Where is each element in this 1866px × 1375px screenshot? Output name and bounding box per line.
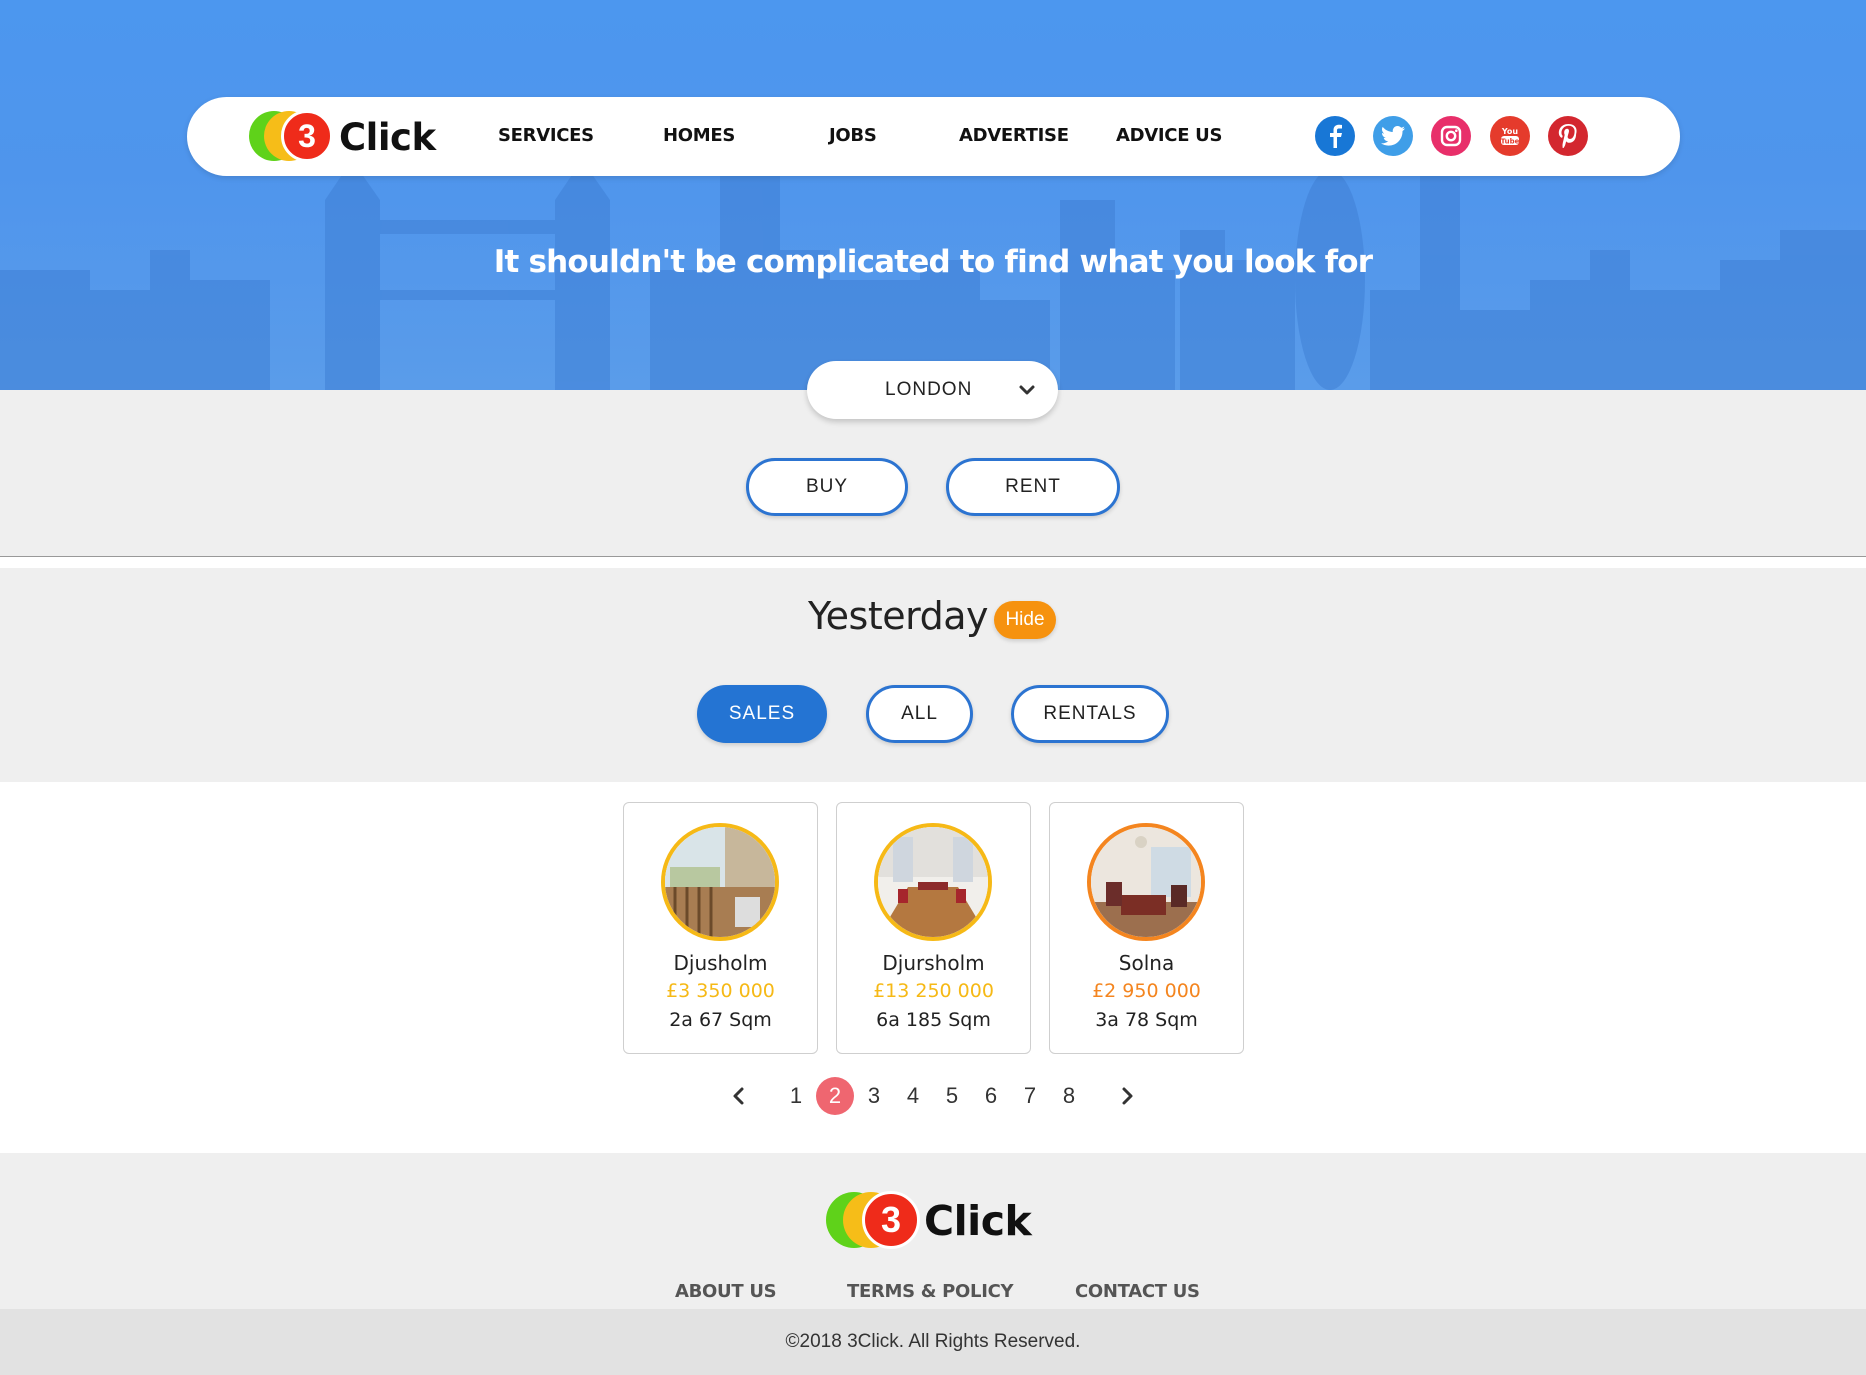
property-size: 2a 67 Sqm [669, 1009, 772, 1031]
nav-advice-us[interactable]: ADVICE US [1116, 125, 1222, 146]
facebook-icon[interactable] [1315, 116, 1355, 156]
pinterest-icon[interactable] [1548, 116, 1588, 156]
page-6[interactable]: 6 [972, 1077, 1010, 1115]
nav-advertise[interactable]: ADVERTISE [959, 125, 1069, 146]
property-photo [661, 823, 779, 941]
hero-tagline: It shouldn't be complicated to find what… [493, 244, 1373, 280]
page-1[interactable]: 1 [777, 1077, 815, 1115]
nav-homes[interactable]: HOMES [663, 125, 735, 146]
property-photo [1087, 823, 1205, 941]
property-photo [874, 823, 992, 941]
chevron-down-icon [1019, 385, 1035, 395]
tab-sales[interactable]: SALES [697, 685, 827, 743]
twitter-icon[interactable] [1373, 116, 1413, 156]
copyright-bar: ©2018 3Click. All Rights Reserved. [0, 1309, 1866, 1375]
brand-name: Click [339, 115, 436, 159]
property-card[interactable]: Solna £2 950 000 3a 78 Sqm [1049, 802, 1244, 1054]
property-size: 3a 78 Sqm [1095, 1009, 1198, 1031]
property-price: £3 350 000 [666, 980, 775, 1002]
footer-about-us[interactable]: ABOUT US [675, 1281, 777, 1302]
tab-rentals[interactable]: RENTALS [1011, 685, 1169, 743]
section-title: Yesterday [808, 594, 988, 638]
brand-logo[interactable]: 3 Click [249, 110, 436, 163]
tab-all[interactable]: ALL [866, 685, 973, 743]
city-dropdown-value: LONDON [885, 379, 973, 400]
youtube-icon[interactable]: You Tube [1490, 116, 1530, 156]
page-7[interactable]: 7 [1011, 1077, 1049, 1115]
instagram-icon[interactable] [1431, 116, 1471, 156]
property-price: £2 950 000 [1092, 980, 1201, 1002]
property-size: 6a 185 Sqm [876, 1009, 991, 1031]
property-name: Djusholm [673, 951, 768, 975]
buy-button[interactable]: BUY [746, 458, 908, 516]
page-2[interactable]: 2 [816, 1077, 854, 1115]
property-name: Solna [1118, 951, 1175, 975]
top-navbar: 3 Click SERVICES HOMES JOBS ADVERTISE AD… [187, 97, 1680, 176]
footer-brand-name: Click [924, 1197, 1032, 1245]
logo-mark-icon: 3 [249, 110, 335, 163]
prev-page-icon[interactable] [720, 1077, 758, 1115]
svg-text:Tube: Tube [1501, 138, 1520, 146]
svg-text:You: You [1501, 127, 1519, 136]
footer-logo[interactable]: 3 Click [826, 1191, 1032, 1250]
page-3[interactable]: 3 [855, 1077, 893, 1115]
hero-banner: It shouldn't be complicated to find what… [0, 0, 1866, 390]
page-8[interactable]: 8 [1050, 1077, 1088, 1115]
page-4[interactable]: 4 [894, 1077, 932, 1115]
nav-jobs[interactable]: JOBS [829, 125, 877, 146]
hide-button[interactable]: Hide [994, 601, 1056, 639]
property-card[interactable]: Djursholm £13 250 000 6a 185 Sqm [836, 802, 1031, 1054]
next-page-icon[interactable] [1108, 1077, 1146, 1115]
copyright-text: ©2018 3Click. All Rights Reserved. [785, 1331, 1081, 1352]
property-card[interactable]: Djusholm £3 350 000 2a 67 Sqm [623, 802, 818, 1054]
rent-button[interactable]: RENT [946, 458, 1120, 516]
property-name: Djursholm [882, 951, 985, 975]
page-5[interactable]: 5 [933, 1077, 971, 1115]
property-price: £13 250 000 [873, 980, 994, 1002]
nav-services[interactable]: SERVICES [498, 125, 594, 146]
footer-contact-us[interactable]: CONTACT US [1075, 1281, 1200, 1302]
city-dropdown[interactable]: LONDON [807, 361, 1058, 419]
logo-mark-icon: 3 [826, 1191, 920, 1250]
footer-terms-policy[interactable]: TERMS & POLICY [847, 1281, 1014, 1302]
